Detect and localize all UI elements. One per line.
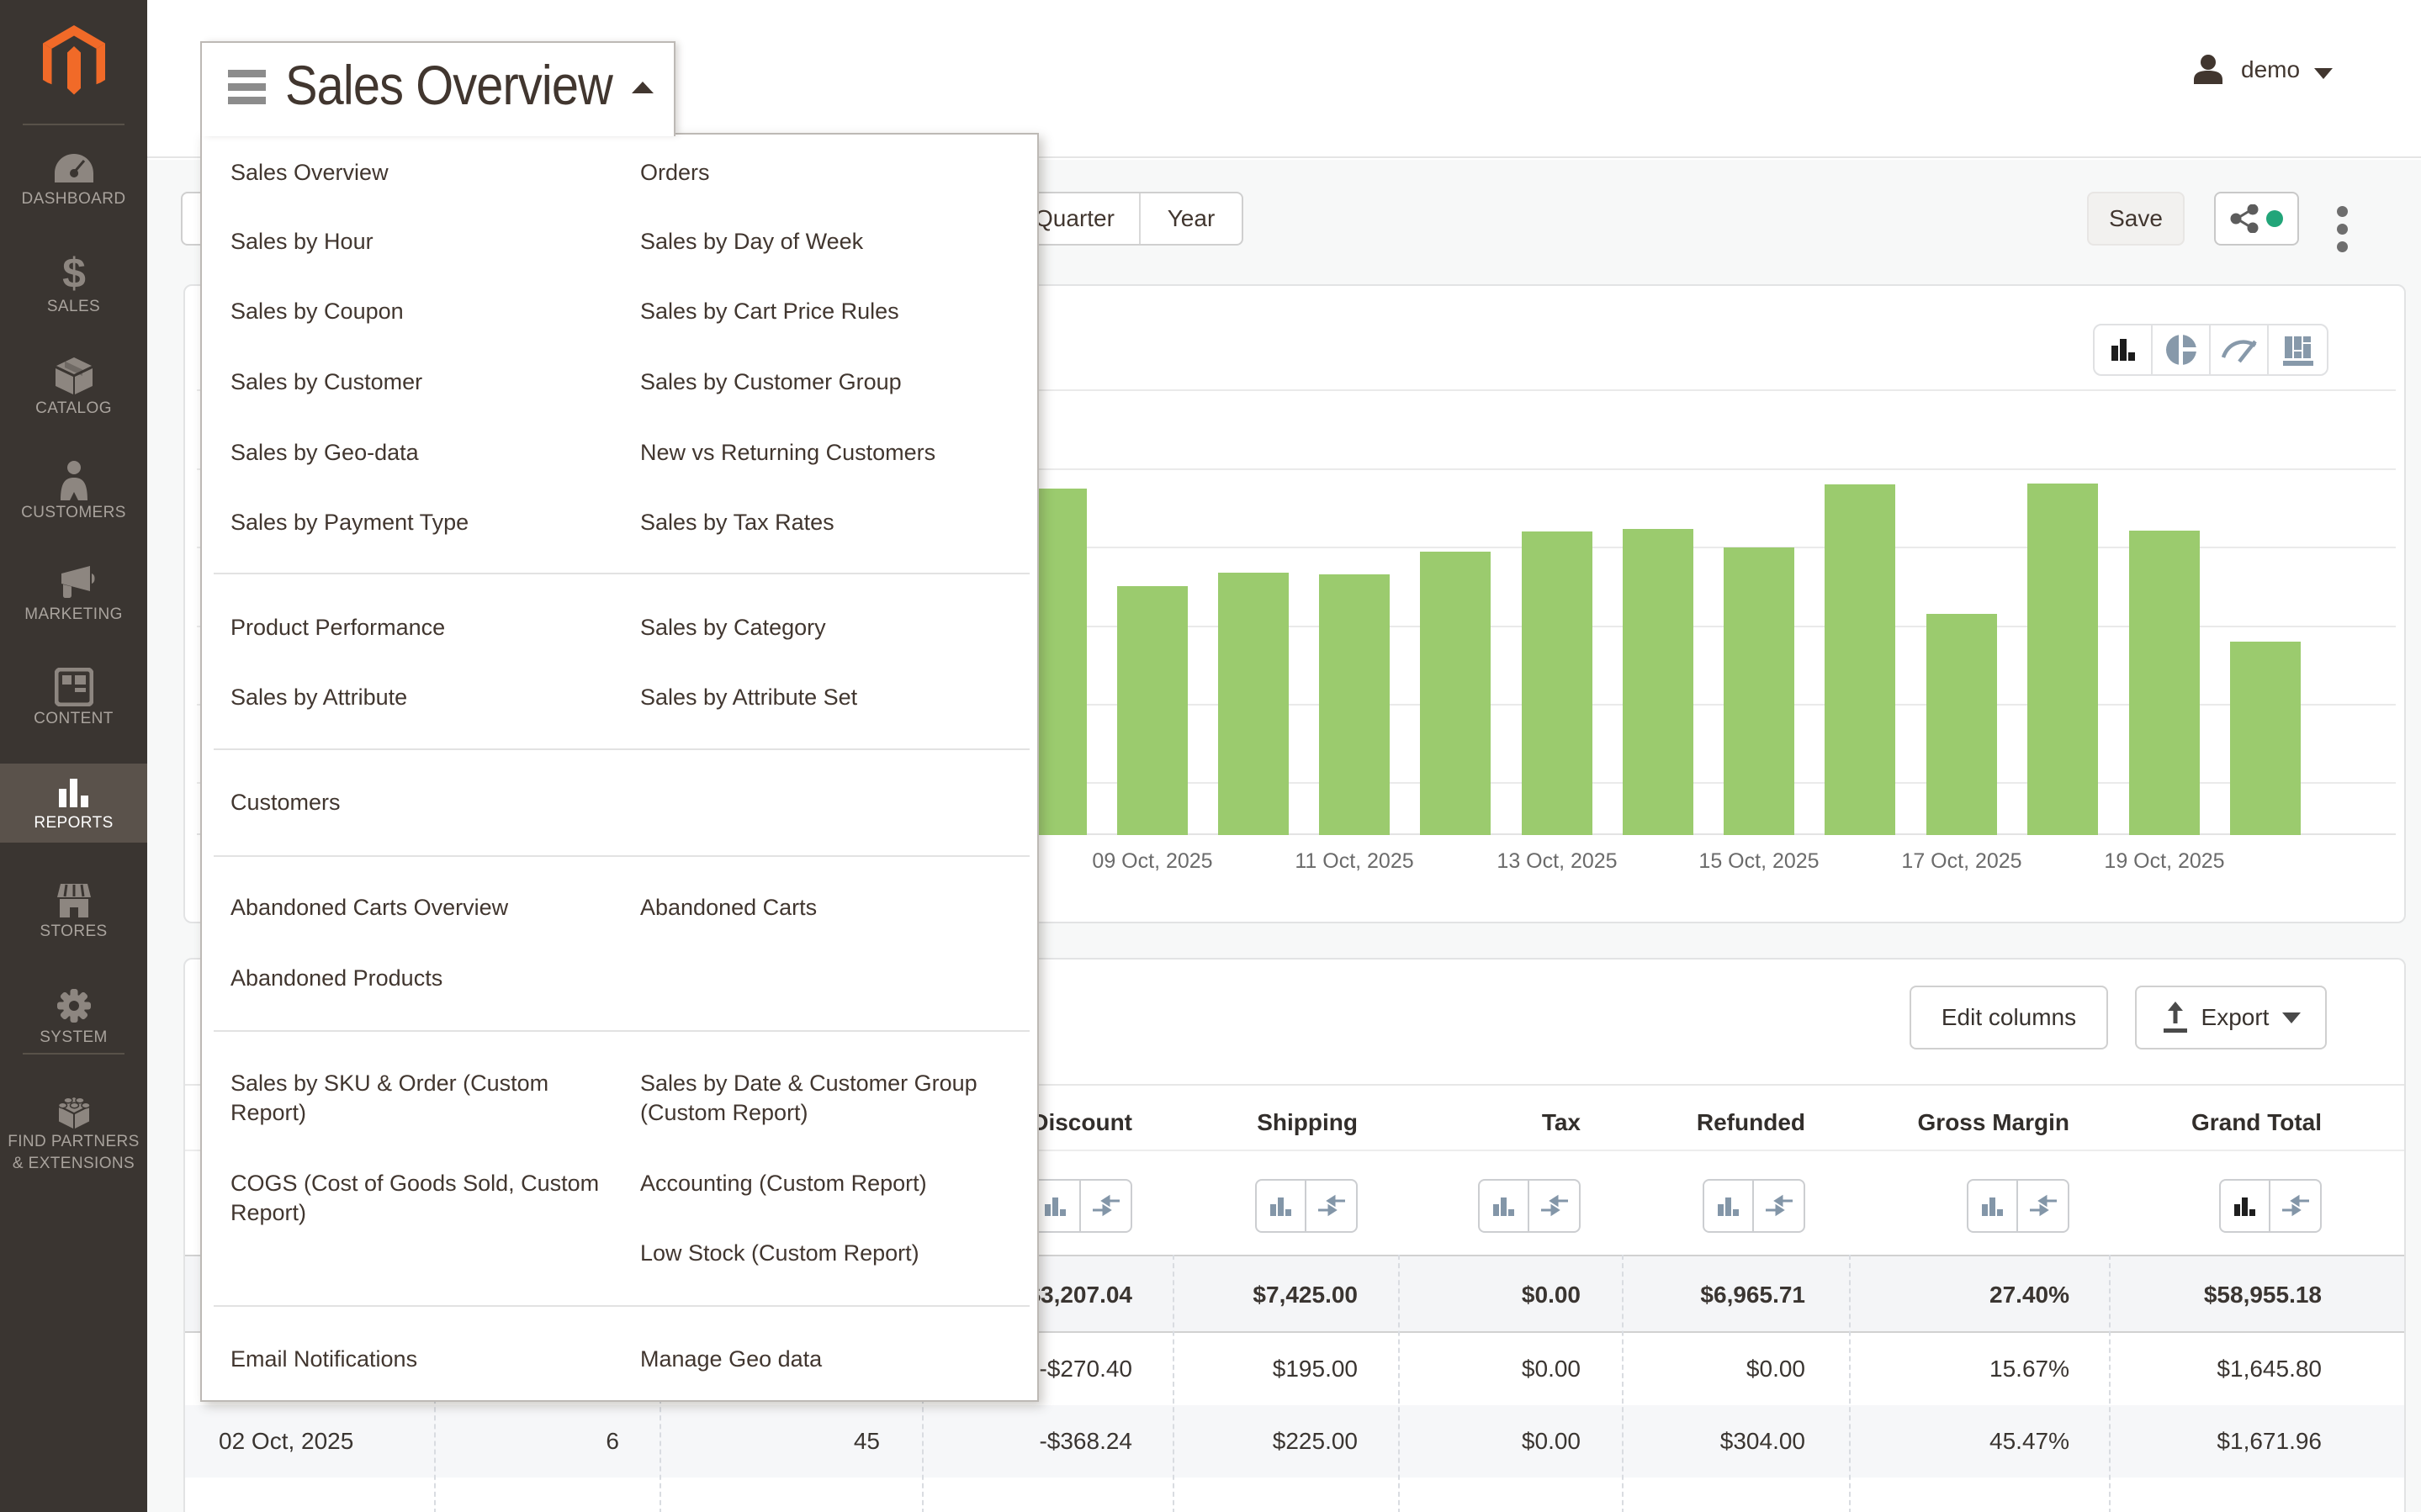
- svg-text:$: $: [62, 252, 86, 294]
